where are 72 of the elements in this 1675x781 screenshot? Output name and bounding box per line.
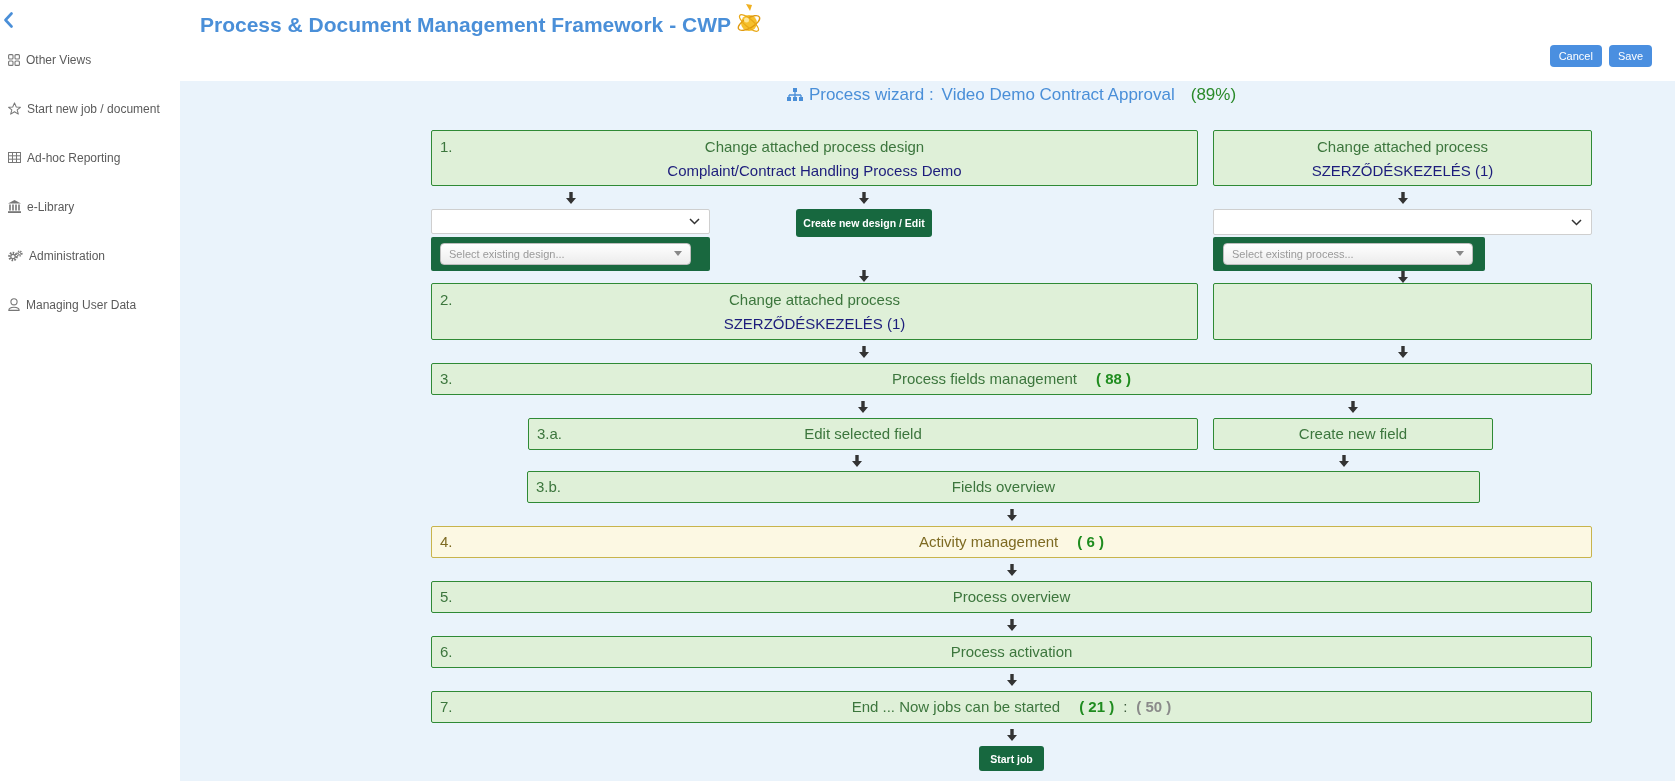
step-number: 3.a. <box>536 424 564 444</box>
step-title: Process fields management <box>891 369 1078 389</box>
sidebar-item[interactable]: Ad-hoc Reporting <box>8 150 121 165</box>
gears-icon <box>8 249 23 262</box>
down-arrow-icon <box>1006 728 1017 741</box>
step-number: 7. <box>439 697 454 717</box>
step-title: End ... Now jobs can be started <box>851 697 1061 717</box>
step-title: Activity management <box>919 532 1059 552</box>
step-number: 6. <box>439 642 454 662</box>
step-title: Edit selected field <box>804 424 922 444</box>
sidebar-item[interactable]: Administration <box>8 248 106 263</box>
sidebar-item[interactable]: Managing User Data <box>8 297 137 312</box>
step-number: 2. <box>439 290 454 310</box>
count-text: ( 88 ) <box>1096 369 1132 389</box>
star-icon <box>8 102 21 115</box>
down-arrow-icon <box>1339 454 1349 467</box>
user-icon <box>8 298 20 311</box>
down-arrow-icon <box>859 345 869 358</box>
dropdown-field[interactable] <box>431 209 710 234</box>
down-arrow-icon <box>858 400 868 413</box>
total-count-text: ( 50 ) <box>1136 697 1172 717</box>
step-number: 1. <box>439 137 454 157</box>
process-name: Video Demo Contract Approval <box>941 85 1175 105</box>
table-icon <box>8 152 21 163</box>
down-arrow-icon <box>852 454 862 467</box>
down-arrow-icon <box>1006 673 1017 686</box>
caret-down-icon <box>674 251 682 256</box>
card-title: Change attached process <box>1317 137 1488 157</box>
sidebar-item[interactable]: e-Library <box>8 199 75 214</box>
caret-down-icon <box>1456 251 1464 256</box>
count-text: ( 21 ) <box>1079 697 1115 717</box>
step-title: Process overview <box>952 587 1071 607</box>
step-title: Change attached process design <box>704 137 925 157</box>
down-arrow-icon <box>1397 345 1408 358</box>
down-arrow-icon <box>565 191 576 204</box>
process-design-name: Complaint/Contract Handling Process Demo <box>667 161 962 181</box>
step-number: 4. <box>439 532 454 552</box>
sidebar-item[interactable]: Start new job / document <box>8 101 160 116</box>
select-field[interactable]: Select existing design... <box>440 243 691 265</box>
down-arrow-icon <box>859 270 869 282</box>
step-title: Change attached process <box>729 290 900 310</box>
down-arrow-icon <box>1006 618 1017 631</box>
down-arrow-icon <box>1397 271 1408 283</box>
step-title: Fields overview <box>951 477 1056 497</box>
down-arrow-icon <box>1006 508 1017 521</box>
chevron-down-icon <box>1571 218 1582 226</box>
separator-text: : <box>1123 697 1128 717</box>
step-title: Create new field <box>1298 424 1408 444</box>
sidebar-item[interactable]: Other Views <box>8 52 92 67</box>
step-number: 3.b. <box>535 477 563 497</box>
process-name-value: SZERZŐDÉSKEZELÉS (1) <box>723 314 906 334</box>
down-arrow-icon <box>1006 563 1017 576</box>
app-title: Process & Document Management Framework - CWP <box>200 12 731 38</box>
select-field[interactable]: Select existing process... <box>1223 243 1473 265</box>
step-title: Process activation <box>950 642 1073 662</box>
grid-icon <box>8 53 20 66</box>
start-job-button[interactable]: Start job <box>979 746 1044 771</box>
wizard-title: Process wizard : <box>808 85 934 105</box>
down-arrow-icon <box>1348 400 1358 413</box>
dropdown-field[interactable] <box>1213 209 1592 235</box>
down-arrow-icon <box>1397 191 1408 204</box>
back-chevron-icon[interactable] <box>3 12 13 28</box>
count-text: ( 6 ) <box>1077 532 1104 552</box>
progress-percent: (89%) <box>1190 85 1237 105</box>
step-number: 5. <box>439 587 454 607</box>
hierarchy-icon <box>786 88 803 102</box>
down-arrow-icon <box>859 191 869 204</box>
step-number: 3. <box>439 369 454 389</box>
process-name-value: SZERZŐDÉSKEZELÉS (1) <box>1311 161 1494 181</box>
columns-building-icon <box>8 200 21 213</box>
chevron-down-icon <box>689 218 700 225</box>
create-design-button[interactable]: Create new design / Edit <box>796 209 932 237</box>
